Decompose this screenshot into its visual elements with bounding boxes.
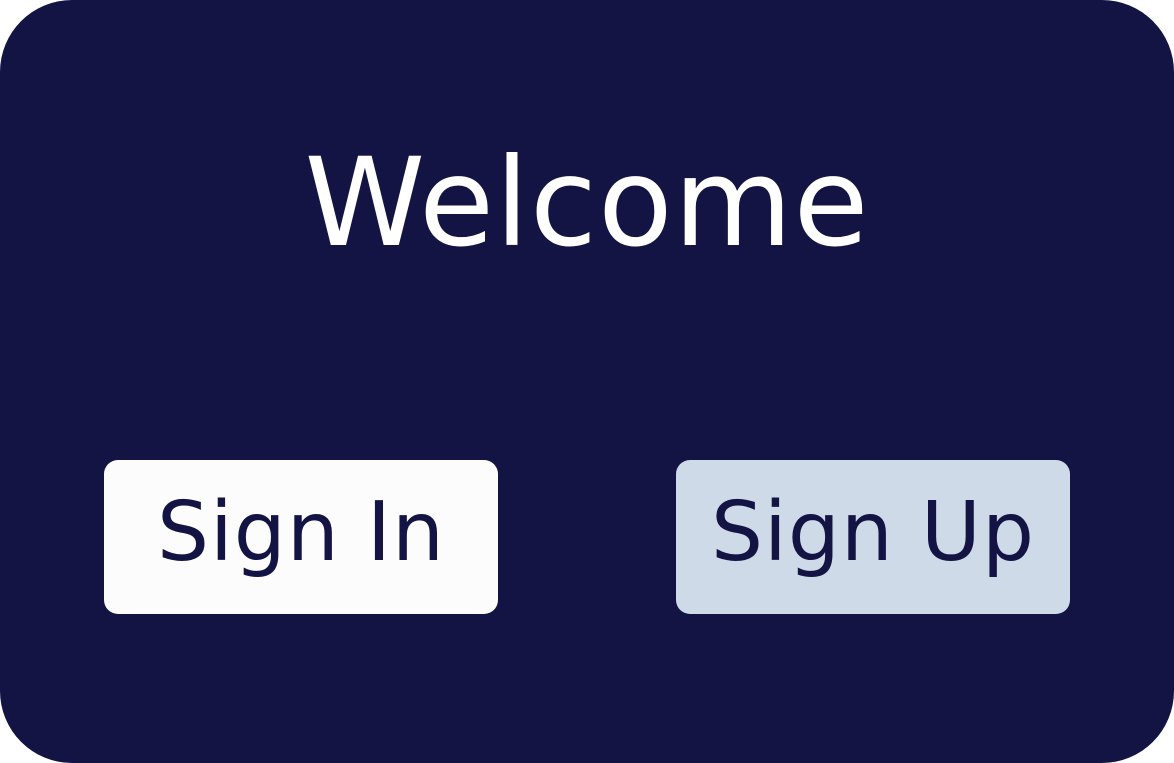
- sign-in-button[interactable]: Sign In: [104, 460, 498, 614]
- sign-up-button[interactable]: Sign Up: [676, 460, 1070, 614]
- welcome-card: Welcome Sign In Sign Up: [0, 0, 1174, 763]
- sign-up-label: Sign Up: [711, 485, 1035, 580]
- sign-in-label: Sign In: [156, 485, 446, 580]
- welcome-title: Welcome: [304, 132, 870, 274]
